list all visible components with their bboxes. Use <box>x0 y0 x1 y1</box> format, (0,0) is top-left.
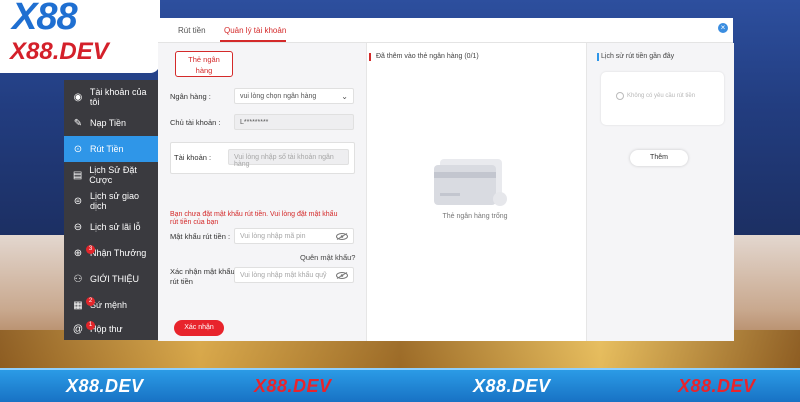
account-label: Tài khoản : <box>174 153 212 162</box>
more-button[interactable]: Thêm <box>630 150 688 166</box>
holder-value: L********* <box>240 119 269 126</box>
logo-text-domain: X88.DEV <box>10 38 109 65</box>
recent-empty-card: Không có yêu cầu rút tiền <box>601 72 724 125</box>
forgot-password-link[interactable]: Quên mật khẩu? <box>300 253 355 262</box>
section-marker <box>597 53 599 61</box>
transaction-history-icon: ⊜ <box>73 195 83 207</box>
recent-title: Lịch sử rút tiền gần đây <box>601 53 675 60</box>
bet-history-icon: ▤ <box>72 169 83 181</box>
sidebar-item-reward[interactable]: ⊕ 3 Nhận Thưởng <box>64 240 158 266</box>
empty-card-icon <box>434 159 507 206</box>
sidebar-item-referral[interactable]: ⚇ GIỚI THIỆU <box>64 266 158 292</box>
holder-field: L********* <box>234 114 354 130</box>
sidebar-item-mission[interactable]: ▦ 2 Sứ mệnh <box>64 292 158 318</box>
holder-label: Chủ tài khoản : <box>170 118 221 127</box>
bank-card-tab-line1: Thẻ ngân <box>188 55 220 64</box>
pin-label: Mật khẩu rút tiền : <box>170 232 231 241</box>
pin-placeholder: Vui lòng nhập mã pin <box>240 233 306 240</box>
banner-domain-3: X88.DEV <box>473 376 551 396</box>
sidebar-item-label: Tài khoản của tôi <box>89 87 147 107</box>
eye-hidden-icon[interactable] <box>336 233 348 240</box>
sidebar-item-withdraw[interactable]: ⊙ Rút Tiền <box>64 136 158 162</box>
confirm-pin-placeholder: Vui lòng nhập mật khẩu quỹ <box>240 272 327 279</box>
bank-select[interactable]: vui lòng chọn ngân hàng ⌄ <box>234 88 354 104</box>
confirm-pin-label-line2: rút tiền <box>170 277 193 286</box>
sidebar: ◉ Tài khoản của tôi ✎ Nạp Tiền ⊙ Rút Tiề… <box>64 80 158 340</box>
sidebar-item-profit-loss[interactable]: ⊖ Lịch sử lãi lỗ <box>64 214 158 240</box>
sidebar-item-label: Nhận Thưởng <box>90 248 147 258</box>
sidebar-item-deposit[interactable]: ✎ Nạp Tiền <box>64 110 158 136</box>
eye-hidden-icon[interactable] <box>336 272 348 279</box>
tab-withdraw[interactable]: Rút tiền <box>178 26 206 35</box>
active-tab-indicator <box>220 40 286 42</box>
mission-badge: 2 <box>86 297 95 306</box>
sidebar-item-label: Lịch Sử Đặt Cược <box>89 165 137 185</box>
profit-loss-icon: ⊖ <box>73 221 83 233</box>
mailbox-icon: @1 <box>72 321 95 335</box>
sidebar-item-mailbox[interactable]: @1 Hộp thư <box>64 316 158 342</box>
banner-domain-2: X88.DEV <box>254 376 332 396</box>
bank-list-panel: Đã thêm vào thẻ ngân hàng (0/1) Thẻ ngân… <box>368 43 588 341</box>
bank-card-tab[interactable]: Thẻ ngân hàng <box>175 51 233 77</box>
tab-bar: Rút tiền Quản lý tài khoản × <box>158 18 733 43</box>
referral-icon: ⚇ <box>73 273 83 285</box>
sidebar-item-label: GIỚI THIỆU <box>90 274 140 284</box>
deposit-icon: ✎ <box>73 117 83 129</box>
account-icon: ◉ <box>73 91 83 103</box>
submit-button[interactable]: Xác nhận <box>174 320 224 336</box>
confirm-pin-input[interactable]: Vui lòng nhập mật khẩu quỹ <box>234 267 354 283</box>
withdraw-icon: ⊙ <box>73 143 83 155</box>
section-marker <box>369 53 371 61</box>
mission-icon: ▦ 2 <box>72 297 95 311</box>
mailbox-badge: 1 <box>86 321 95 330</box>
logo-text-main: X88 <box>12 0 78 38</box>
empty-bank-text: Thẻ ngân hàng trống <box>442 213 508 220</box>
withdraw-modal: Rút tiền Quản lý tài khoản × Thẻ ngân hà… <box>158 18 734 341</box>
pin-input[interactable]: Vui lòng nhập mã pin <box>234 228 354 244</box>
chevron-down-icon: ⌄ <box>341 92 348 101</box>
sidebar-item-account[interactable]: ◉ Tài khoản của tôi <box>64 84 158 110</box>
sidebar-item-transaction-history[interactable]: ⊜ Lịch sử giao dịch <box>64 188 158 214</box>
tab-account-management[interactable]: Quản lý tài khoản <box>224 26 286 35</box>
reward-badge: 3 <box>86 245 95 254</box>
bank-form-panel: Thẻ ngân hàng Ngân hàng : vui lòng chọn … <box>158 43 367 341</box>
site-logo[interactable]: X88 X88.DEV <box>0 0 160 73</box>
confirm-pin-label-line1: Xác nhận mật khẩu <box>170 267 235 276</box>
sidebar-item-label: Sứ mệnh <box>90 300 128 310</box>
empty-list-icon <box>616 92 624 100</box>
banner-domain-4: X88.DEV <box>678 376 756 396</box>
bank-select-value: vui lòng chọn ngân hàng <box>240 93 317 100</box>
sidebar-item-bet-history[interactable]: ▤ Lịch Sử Đặt Cược <box>64 162 158 188</box>
recent-withdrawals-panel: Lịch sử rút tiền gần đây Không có yêu cầ… <box>586 43 734 341</box>
account-input[interactable]: Vui lòng nhập số tài khoản ngân hàng <box>228 149 349 168</box>
banner-domain-1: X88.DEV <box>66 376 144 396</box>
sidebar-item-label: Lịch sử giao dịch <box>89 191 140 211</box>
bank-label: Ngân hàng : <box>170 92 211 101</box>
reward-icon: ⊕ 3 <box>72 245 95 259</box>
bank-list-title: Đã thêm vào thẻ ngân hàng (0/1) <box>376 53 479 60</box>
close-icon[interactable]: × <box>718 23 728 33</box>
bottom-banner: X88.DEV X88.DEV X88.DEV X88.DEV <box>0 368 800 402</box>
bank-card-tab-line2: hàng <box>195 66 213 75</box>
sidebar-item-label: Lịch sử lãi lỗ <box>90 222 141 232</box>
sidebar-item-label: Rút Tiền <box>90 144 124 154</box>
pin-warning-text: Bạn chưa đặt mật khẩu rút tiền. Vui lòng… <box>170 211 338 226</box>
sidebar-item-label: Nạp Tiền <box>90 118 127 128</box>
recent-empty-text: Không có yêu cầu rút tiền <box>627 93 696 99</box>
